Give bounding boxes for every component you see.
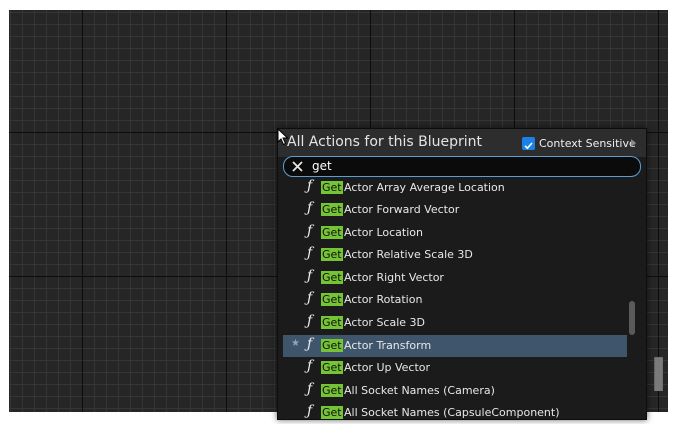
action-menu-popup: All Actions for this Blueprint Context S… [277, 128, 647, 420]
search-match-highlight: Get [321, 316, 343, 329]
search-match-highlight: Get [321, 226, 343, 239]
search-input[interactable]: get [283, 156, 641, 177]
list-item[interactable]: ƒ Get Actor Relative Scale 3D [283, 244, 627, 266]
list-item[interactable]: ƒ Get Actor Scale 3D [283, 312, 627, 334]
search-match-highlight: Get [321, 248, 343, 261]
context-sensitive-checkbox[interactable] [522, 137, 535, 150]
list-item-label: Actor Forward Vector [344, 203, 460, 216]
list-item[interactable]: ƒ Get Actor Location [283, 222, 627, 244]
search-match-highlight: Get [321, 271, 343, 284]
list-item-label: Actor Relative Scale 3D [344, 248, 473, 261]
list-item-label: Actor Location [344, 226, 423, 239]
function-icon: ƒ [307, 268, 313, 284]
action-menu-title: All Actions for this Blueprint [287, 134, 482, 150]
list-item-label: Actor Right Vector [344, 271, 444, 284]
list-item[interactable]: ƒ Get Actor Right Vector [283, 267, 627, 289]
list-item[interactable]: ƒ Get Actor Forward Vector [283, 199, 627, 221]
list-item-label: Actor Scale 3D [344, 316, 426, 329]
list-item-label: Actor Transform [344, 339, 432, 352]
list-item[interactable]: ƒ Get All Socket Names (Camera) [283, 380, 627, 402]
list-item[interactable]: ƒ Get Actor Up Vector [283, 357, 627, 379]
search-match-highlight: Get [321, 293, 343, 306]
search-match-highlight: Get [321, 384, 343, 397]
scrollbar-thumb[interactable] [629, 301, 635, 335]
list-item-label: Actor Rotation [344, 293, 423, 306]
clear-search-icon[interactable] [290, 159, 305, 174]
function-icon: ƒ [307, 290, 313, 306]
function-icon: ƒ [307, 223, 313, 239]
list-item-label: Actor Array Average Location [344, 181, 505, 194]
list-item[interactable]: ƒ Get All Socket Names (CapsuleComponent… [283, 402, 627, 424]
search-match-highlight: Get [321, 181, 343, 194]
search-match-highlight: Get [321, 203, 343, 216]
function-icon: ƒ [307, 200, 313, 216]
screen-border-left [0, 0, 9, 412]
function-icon: ƒ [307, 358, 313, 374]
list-item[interactable]: ƒ Get Actor Array Average Location [283, 177, 627, 199]
function-icon: ƒ [307, 381, 313, 397]
function-icon: ƒ [307, 313, 313, 329]
function-icon: ƒ [307, 403, 313, 419]
favorite-star-icon[interactable]: ★ [291, 338, 300, 349]
search-match-highlight: Get [321, 406, 343, 419]
mouse-cursor-icon [277, 128, 289, 146]
search-text[interactable]: get [312, 159, 332, 173]
search-match-highlight: Get [321, 339, 343, 352]
action-list: ƒ Get Actor Array Average Location ƒ Get… [278, 177, 646, 419]
screen-border-right [668, 0, 676, 412]
search-match-highlight: Get [321, 361, 343, 374]
screen-border-top [0, 0, 676, 10]
action-menu-header: All Actions for this Blueprint Context S… [278, 129, 646, 157]
function-icon: ƒ [307, 336, 313, 352]
list-item-selected[interactable]: ★ ƒ Get Actor Transform [283, 335, 627, 357]
checkmark-icon [524, 142, 533, 150]
function-icon: ƒ [307, 178, 313, 194]
context-sensitive-label[interactable]: Context Sensitive [539, 137, 636, 150]
function-icon: ƒ [307, 245, 313, 261]
list-item[interactable]: ƒ Get Actor Rotation [283, 289, 627, 311]
list-item-label: All Socket Names (CapsuleComponent) [344, 406, 560, 419]
expand-arrow-icon[interactable] [631, 139, 636, 147]
list-item-label: Actor Up Vector [344, 361, 431, 374]
list-item-label: All Socket Names (Camera) [344, 384, 495, 397]
